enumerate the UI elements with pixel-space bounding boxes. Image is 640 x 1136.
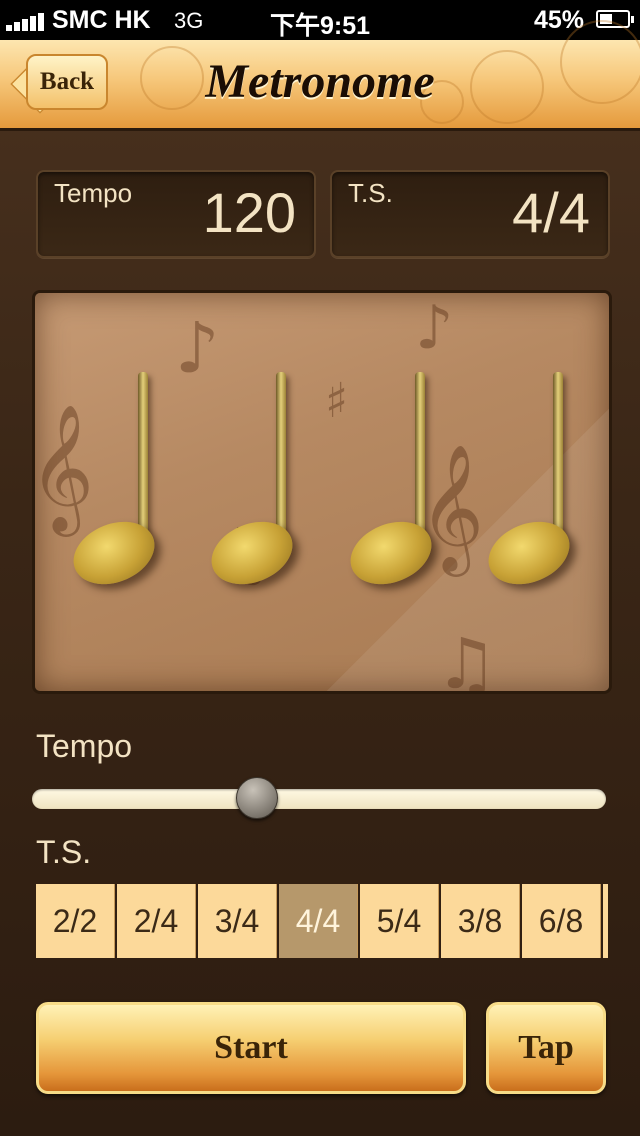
beat-3-note-icon	[341, 372, 459, 602]
tempo-slider-thumb[interactable]	[235, 777, 278, 819]
start-button[interactable]: Start	[36, 1002, 466, 1094]
time-signature-section-label: T.S.	[36, 834, 92, 870]
tempo-display-value: 120	[202, 181, 296, 244]
sharp-decoration-icon: ♯	[325, 373, 349, 429]
tempo-slider[interactable]	[32, 777, 606, 819]
tempo-display-label: Tempo	[54, 178, 133, 208]
time-signature-display: T.S. 4/4	[330, 170, 610, 258]
time-signature-display-label: T.S.	[348, 178, 393, 208]
status-bar: SMC HK 3G 下午9:51 45%	[0, 0, 640, 40]
navigation-bar: Back Metronome	[0, 20, 640, 131]
beat-2-note-icon	[202, 372, 320, 602]
page-title: Metronome	[205, 55, 435, 108]
time-signature-selector[interactable]: 2/2 2/4 3/4 4/4 5/4 3/8 6/8	[36, 884, 608, 958]
time-signature-option[interactable]: 6/8	[522, 884, 601, 958]
tempo-display: Tempo 120	[36, 170, 316, 258]
time-signature-display-value: 4/4	[512, 181, 590, 244]
time-signature-option[interactable]: 4/4	[279, 884, 358, 958]
time-signature-option[interactable]: 2/2	[36, 884, 115, 958]
time-signature-option[interactable]: 2/4	[117, 884, 196, 958]
tempo-section-label: Tempo	[36, 728, 133, 764]
time-signature-option[interactable]: 5/4	[360, 884, 439, 958]
eighth-note-decoration-icon: ♪	[415, 293, 454, 363]
tap-button[interactable]: Tap	[486, 1002, 606, 1094]
time-signature-option[interactable]: 3/4	[198, 884, 277, 958]
time-signature-option[interactable]: 3/8	[441, 884, 520, 958]
metronome-screen: SMC HK 3G 下午9:51 45% Back Metronome Temp…	[0, 0, 640, 1136]
beamed-notes-decoration-icon: ♫	[435, 623, 498, 694]
beat-1-note-icon	[64, 372, 182, 602]
time-signature-option[interactable]	[603, 884, 608, 958]
beat-4-note-icon	[479, 372, 597, 602]
